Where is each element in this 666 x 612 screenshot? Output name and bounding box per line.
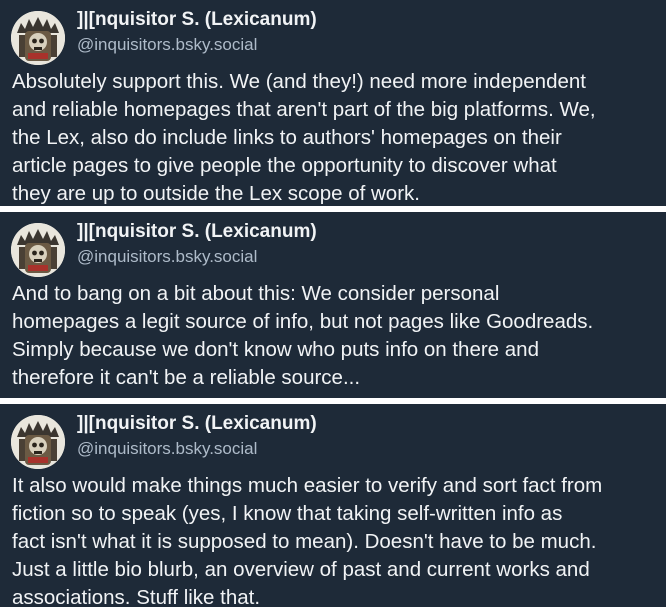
post-text: Absolutely support this. We (and they!) … <box>12 68 658 208</box>
author-display-name[interactable]: ]|[nquisitor S. (Lexicanum) <box>77 9 317 31</box>
author-display-name[interactable]: ]|[nquisitor S. (Lexicanum) <box>77 221 317 243</box>
post-text-line: and reliable homepages that aren't part … <box>12 98 596 121</box>
inquisitor-skull-avatar-icon[interactable] <box>11 415 65 469</box>
post-text: And to bang on a bit about this: We cons… <box>12 280 658 392</box>
post-text-line: Absolutely support this. We (and they!) … <box>12 70 586 93</box>
post-card[interactable]: ]|[nquisitor S. (Lexicanum) @inquisitors… <box>0 0 666 206</box>
post-text-line: the Lex, also do include links to author… <box>12 126 562 149</box>
author-handle[interactable]: @inquisitors.bsky.social <box>77 247 257 267</box>
inquisitor-skull-avatar-icon[interactable] <box>11 11 65 65</box>
author-display-name[interactable]: ]|[nquisitor S. (Lexicanum) <box>77 413 317 435</box>
post-text: It also would make things much easier to… <box>12 472 658 612</box>
post-text-line: And to bang on a bit about this: We cons… <box>12 282 500 305</box>
post-text-line: therefore it can't be a reliable source.… <box>12 366 361 389</box>
post-text-line: fiction so to speak (yes, I know that ta… <box>12 502 563 525</box>
post-text-line: fact isn't what it is supposed to mean).… <box>12 530 597 553</box>
post-text-line: Just a little bio blurb, an overview of … <box>12 558 590 581</box>
post-text-line: It also would make things much easier to… <box>12 474 603 497</box>
post-text-line: they are up to outside the Lex scope of … <box>12 182 420 205</box>
inquisitor-skull-avatar-icon[interactable] <box>11 223 65 277</box>
author-handle[interactable]: @inquisitors.bsky.social <box>77 439 257 459</box>
post-text-line: homepages a legit source of info, but no… <box>12 310 594 333</box>
post-text-line: article pages to give people the opportu… <box>12 154 557 177</box>
post-card[interactable]: ]|[nquisitor S. (Lexicanum) @inquisitors… <box>0 404 666 609</box>
post-text-line: associations. Stuff like that. <box>12 586 261 609</box>
post-text-line: Simply because we don't know who puts in… <box>12 338 539 361</box>
post-card[interactable]: ]|[nquisitor S. (Lexicanum) @inquisitors… <box>0 212 666 398</box>
author-handle[interactable]: @inquisitors.bsky.social <box>77 35 257 55</box>
